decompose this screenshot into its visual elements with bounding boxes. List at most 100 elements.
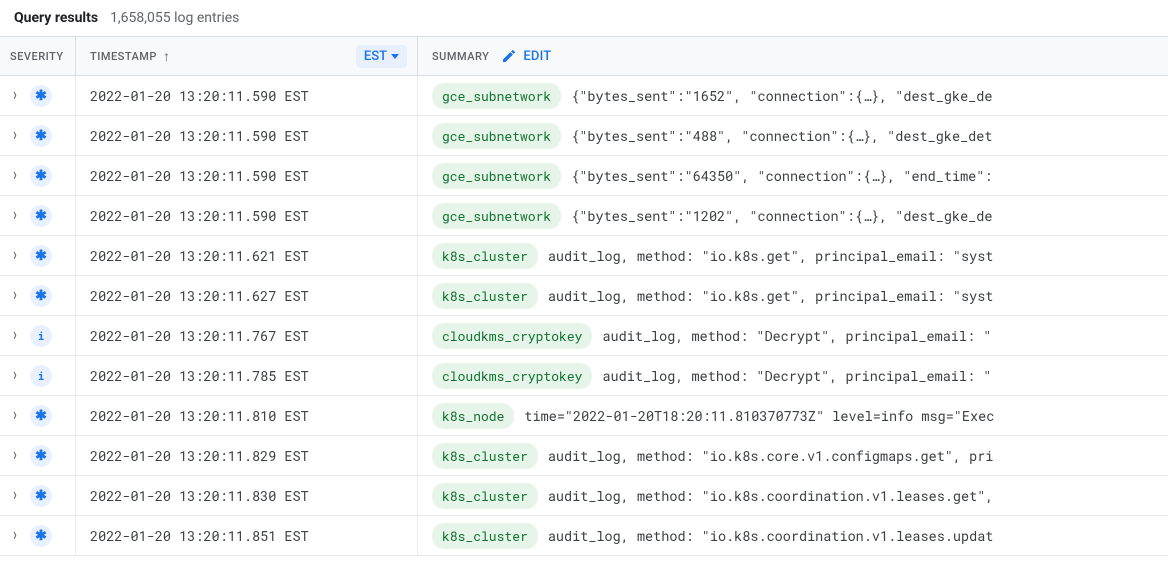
log-row[interactable]: ›2022-01-20 13:20:11.785 ESTcloudkms_cry… bbox=[0, 356, 1168, 396]
log-row[interactable]: ›2022-01-20 13:20:11.590 ESTgce_subnetwo… bbox=[0, 76, 1168, 116]
summary-cell: k8s_cluster audit_log, method: "io.k8s.co… bbox=[418, 523, 1168, 549]
summary-text: {"bytes_sent":"488", "connection":{…}, "… bbox=[571, 127, 992, 145]
summary-text: audit_log, method: "io.k8s.get", princip… bbox=[548, 287, 994, 305]
summary-cell: k8s_cluster audit_log, method: "io.k8s.ge… bbox=[418, 243, 1168, 269]
severity-cell: › bbox=[0, 276, 76, 315]
summary-cell: gce_subnetwork {"bytes_sent":"1202", "con… bbox=[418, 203, 1168, 229]
summary-text: {"bytes_sent":"1202", "connection":{…}, … bbox=[571, 207, 992, 225]
resource-type-chip[interactable]: gce_subnetwork bbox=[432, 203, 561, 229]
edit-summary-button[interactable]: EDIT bbox=[501, 48, 551, 64]
edit-label: EDIT bbox=[523, 49, 551, 64]
pencil-icon bbox=[501, 48, 517, 64]
summary-label: SUMMARY bbox=[432, 50, 489, 63]
resource-type-chip[interactable]: k8s_cluster bbox=[432, 243, 538, 269]
severity-default-icon[interactable] bbox=[30, 245, 52, 267]
timestamp-cell: 2022-01-20 13:20:11.851 EST bbox=[76, 516, 418, 555]
log-row[interactable]: › 2022-01-20 13:20:11.810 EST k8s_node time… bbox=[0, 396, 1168, 436]
log-row[interactable]: › 2022-01-20 13:20:11.851 EST k8s_cluster a… bbox=[0, 516, 1168, 556]
results-header: Query results 1,658,055 log entries bbox=[0, 0, 1168, 36]
timestamp-cell: 2022-01-20 13:20:11.590 EST bbox=[76, 196, 418, 235]
severity-cell: › bbox=[0, 356, 76, 395]
resource-type-chip[interactable]: gce_subnetwork bbox=[432, 163, 561, 189]
summary-text: {"bytes_sent":"1652", "connection":{…}, … bbox=[571, 87, 992, 105]
severity-default-icon[interactable] bbox=[30, 445, 52, 467]
summary-text: audit_log, method: "Decrypt", principal_… bbox=[602, 327, 991, 345]
timestamp-cell: 2022-01-20 13:20:11.830 EST bbox=[76, 476, 418, 515]
severity-default-icon[interactable] bbox=[30, 85, 52, 107]
timestamp-cell: 2022-01-20 13:20:11.785 EST bbox=[76, 356, 418, 395]
severity-cell: › bbox=[0, 116, 76, 155]
severity-cell: › bbox=[0, 76, 76, 115]
expand-row-icon[interactable]: › bbox=[6, 365, 24, 386]
expand-row-icon[interactable]: › bbox=[6, 165, 24, 186]
severity-default-icon[interactable] bbox=[30, 525, 52, 547]
summary-text: audit_log, method: "io.k8s.coordination.… bbox=[548, 487, 994, 505]
summary-cell: k8s_cluster audit_log, method: "io.k8s.co… bbox=[418, 443, 1168, 469]
expand-row-icon[interactable]: › bbox=[6, 445, 24, 466]
log-row[interactable]: › 2022-01-20 13:20:11.627 EST k8s_cluster a… bbox=[0, 276, 1168, 316]
log-row[interactable]: › 2022-01-20 13:20:11.830 EST k8s_cluster a… bbox=[0, 476, 1168, 516]
expand-row-icon[interactable]: › bbox=[6, 125, 24, 146]
timestamp-cell: 2022-01-20 13:20:11.810 EST bbox=[76, 396, 418, 435]
severity-default-icon[interactable] bbox=[30, 205, 52, 227]
column-header-timestamp[interactable]: TIMESTAMP ↑ EST bbox=[76, 37, 418, 75]
severity-default-icon[interactable] bbox=[30, 285, 52, 307]
log-rows-container: ›2022-01-20 13:20:11.590 ESTgce_subnetwo… bbox=[0, 76, 1168, 556]
timezone-selector[interactable]: EST bbox=[356, 45, 407, 68]
timestamp-cell: 2022-01-20 13:20:11.621 EST bbox=[76, 236, 418, 275]
expand-row-icon[interactable]: › bbox=[6, 85, 24, 106]
severity-info-icon[interactable] bbox=[30, 365, 52, 387]
resource-type-chip[interactable]: k8s_cluster bbox=[432, 483, 538, 509]
severity-cell: › bbox=[0, 476, 76, 515]
log-row[interactable]: ›2022-01-20 13:20:11.829 ESTk8s_clustera… bbox=[0, 436, 1168, 476]
summary-text: audit_log, method: "io.k8s.get", princip… bbox=[548, 247, 994, 265]
expand-row-icon[interactable]: › bbox=[6, 245, 24, 266]
summary-cell: gce_subnetwork {"bytes_sent":"488", "conn… bbox=[418, 123, 1168, 149]
resource-type-chip[interactable]: cloudkms_cryptokey bbox=[432, 363, 592, 389]
resource-type-chip[interactable]: k8s_cluster bbox=[432, 443, 538, 469]
table-header-row: SEVERITY TIMESTAMP ↑ EST SUMMARY EDIT bbox=[0, 36, 1168, 76]
severity-default-icon[interactable] bbox=[30, 485, 52, 507]
summary-cell: k8s_cluster audit_log, method: "io.k8s.ge… bbox=[418, 283, 1168, 309]
severity-default-icon[interactable] bbox=[30, 405, 52, 427]
summary-text: audit_log, method: "io.k8s.coordination.… bbox=[548, 527, 994, 545]
severity-cell: › bbox=[0, 396, 76, 435]
expand-row-icon[interactable]: › bbox=[6, 285, 24, 306]
summary-text: audit_log, method: "io.k8s.core.v1.confi… bbox=[548, 447, 994, 465]
timezone-label: EST bbox=[364, 49, 387, 64]
timestamp-cell: 2022-01-20 13:20:11.627 EST bbox=[76, 276, 418, 315]
resource-type-chip[interactable]: k8s_cluster bbox=[432, 523, 538, 549]
log-row[interactable]: › 2022-01-20 13:20:11.621 EST k8s_cluster a… bbox=[0, 236, 1168, 276]
log-row[interactable]: ›2022-01-20 13:20:11.590 ESTgce_subnetwo… bbox=[0, 196, 1168, 236]
resource-type-chip[interactable]: k8s_node bbox=[432, 403, 514, 429]
summary-cell: cloudkms_cryptokey audit_log, method: "De… bbox=[418, 323, 1168, 349]
log-row[interactable]: ›2022-01-20 13:20:11.590 ESTgce_subnetwo… bbox=[0, 116, 1168, 156]
expand-row-icon[interactable]: › bbox=[6, 525, 24, 546]
summary-text: time="2022-01-20T18:20:11.810370773Z" le… bbox=[524, 407, 994, 425]
resource-type-chip[interactable]: k8s_cluster bbox=[432, 283, 538, 309]
column-header-severity[interactable]: SEVERITY bbox=[0, 37, 76, 75]
resource-type-chip[interactable]: cloudkms_cryptokey bbox=[432, 323, 592, 349]
resource-type-chip[interactable]: gce_subnetwork bbox=[432, 83, 561, 109]
resource-type-chip[interactable]: gce_subnetwork bbox=[432, 123, 561, 149]
summary-cell: gce_subnetwork {"bytes_sent":"1652", "con… bbox=[418, 83, 1168, 109]
severity-cell: › bbox=[0, 436, 76, 475]
severity-info-icon[interactable] bbox=[30, 325, 52, 347]
sort-ascending-icon: ↑ bbox=[163, 48, 171, 65]
severity-default-icon[interactable] bbox=[30, 165, 52, 187]
summary-text: audit_log, method: "Decrypt", principal_… bbox=[602, 367, 991, 385]
summary-cell: cloudkms_cryptokey audit_log, method: "De… bbox=[418, 363, 1168, 389]
expand-row-icon[interactable]: › bbox=[6, 205, 24, 226]
timestamp-cell: 2022-01-20 13:20:11.590 EST bbox=[76, 156, 418, 195]
severity-cell: › bbox=[0, 316, 76, 355]
expand-row-icon[interactable]: › bbox=[6, 485, 24, 506]
results-title: Query results bbox=[14, 10, 98, 26]
severity-cell: › bbox=[0, 516, 76, 555]
log-row[interactable]: ›2022-01-20 13:20:11.767 ESTcloudkms_cry… bbox=[0, 316, 1168, 356]
expand-row-icon[interactable]: › bbox=[6, 325, 24, 346]
timestamp-cell: 2022-01-20 13:20:11.590 EST bbox=[76, 116, 418, 155]
log-row[interactable]: › 2022-01-20 13:20:11.590 EST gce_subnetwo… bbox=[0, 156, 1168, 196]
severity-default-icon[interactable] bbox=[30, 125, 52, 147]
summary-cell: k8s_cluster audit_log, method: "io.k8s.co… bbox=[418, 483, 1168, 509]
expand-row-icon[interactable]: › bbox=[6, 405, 24, 426]
